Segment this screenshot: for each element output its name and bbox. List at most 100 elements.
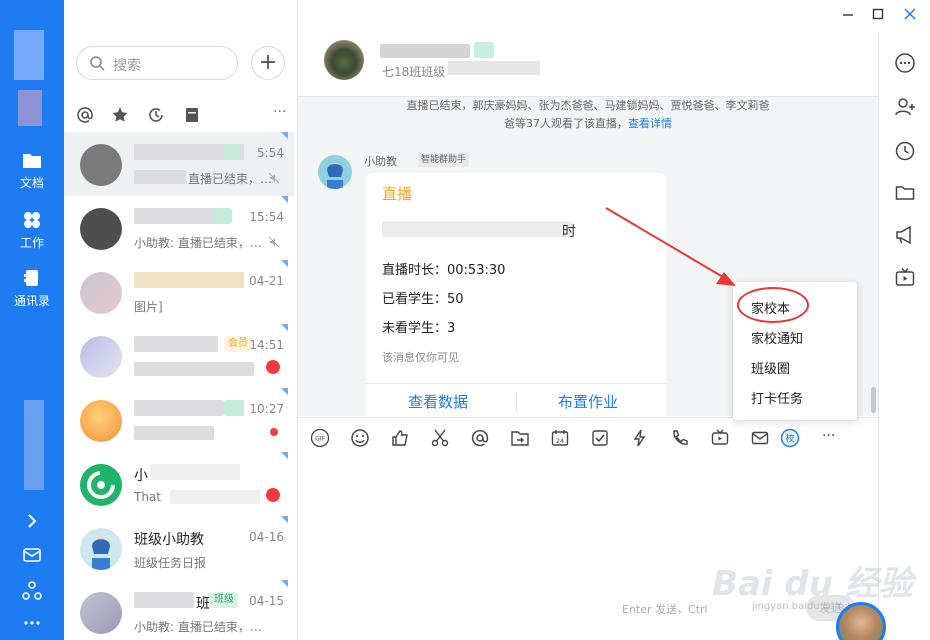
pin-corner [281,452,288,459]
expand-icon[interactable] [21,510,43,532]
checkbox-icon[interactable] [590,428,610,448]
search-placeholder: 搜索 [113,58,141,74]
calendar-icon[interactable]: 24 [550,428,570,448]
add-button[interactable]: + [251,46,285,80]
message-input[interactable]: Enter 发送，Ctrl 发送 [298,457,878,640]
assign-homework-button[interactable]: 布置作业 [558,391,618,412]
rail-item-work[interactable]: 工作 [0,210,64,251]
contacts-icon [24,270,38,286]
conv-name: 班 [196,596,210,612]
conv-message: 小助教: 直播已结束，… [134,236,262,250]
announcement-icon[interactable] [894,224,916,246]
mention-icon[interactable] [470,428,490,448]
avatar[interactable] [14,30,44,80]
name-blur [150,464,240,480]
svg-text:24: 24 [556,437,564,445]
view-details-link[interactable]: 查看详情 [628,117,672,130]
list-item[interactable]: 5:54 直播已结束，… [64,132,294,196]
close-icon[interactable] [902,6,918,22]
at-icon[interactable] [76,106,94,124]
more-options-icon[interactable] [894,52,916,74]
emoji-icon[interactable] [350,428,370,448]
message-blur [134,426,214,440]
live-tv-icon[interactable] [894,266,916,288]
live-card[interactable]: 直播 时 直播时长：00:53:30 已看学生：50 未看学生：3 该消息仅你可… [366,173,666,423]
input-toolbar: GIF 24 校 ··· [298,417,878,457]
pin-corner [281,260,288,267]
maximize-icon[interactable] [870,6,886,22]
menu-item-notice[interactable]: 家校通知 [751,328,803,347]
unread-dot [270,428,278,436]
watermark: Bai du 经验 jingyan.baidu.com [712,556,913,612]
unread-badge [266,360,280,374]
pin-corner [281,324,288,331]
group-name-blur [380,44,470,58]
list-item[interactable]: 小 That [64,452,294,516]
add-member-icon[interactable] [894,96,916,118]
more-icon[interactable] [21,612,43,634]
folder-send-icon[interactable] [510,428,530,448]
conv-time: 10:27 [249,402,284,416]
rail-blur [24,400,44,490]
menu-item-homework[interactable]: 家校本 [751,298,790,317]
list-item[interactable]: 04-21 图片] [64,260,294,324]
avatar [80,336,122,378]
network-icon[interactable] [21,580,43,602]
list-item[interactable]: 班级小助教 04-16 班级任务日报 [64,516,294,580]
star-icon[interactable] [111,106,129,124]
conv-message: That [134,490,161,504]
minimize-icon[interactable] [840,6,856,22]
mail-icon[interactable] [750,428,770,448]
assistant-avatar[interactable] [318,155,352,189]
gif-icon[interactable]: GIF [310,428,330,448]
conv-message: 图片] [134,300,163,314]
menu-item-checkin[interactable]: 打卡任务 [751,388,803,407]
list-item[interactable]: 会员 14:51 [64,324,294,388]
group-avatar[interactable] [324,40,364,80]
search-input[interactable]: 搜索 [76,46,238,80]
rail-item-contacts[interactable]: 通讯录 [0,268,64,309]
sender-name: 小助教 [364,155,397,168]
filter-bar: ··· [64,104,297,128]
assistant-avatar-icon [92,538,110,570]
history-icon[interactable] [147,106,165,124]
left-rail: 文档 工作 通讯录 [0,0,64,640]
lightning-icon[interactable] [630,428,650,448]
list-item[interactable]: 10:27 [64,388,294,452]
pin-corner [281,580,288,587]
school-icon[interactable]: 校 [780,428,800,448]
chat-scrollbar[interactable] [871,387,876,413]
live-tv-icon[interactable] [710,428,730,448]
card-title-end: 时 [562,224,576,240]
conv-name: 小 [134,468,148,484]
phone-icon[interactable] [670,428,690,448]
name-blur [134,336,218,352]
card-watched: 已看学生：50 [382,292,464,307]
mute-icon [268,236,280,248]
archive-icon[interactable] [183,106,201,124]
list-item[interactable]: 15:54 小助教: 直播已结束，… [64,196,294,260]
conv-time: 5:54 [257,146,284,160]
rail-item-docs[interactable]: 文档 [0,150,64,191]
list-item[interactable]: 班 班级 04-15 小助教: 直播已结束，… [64,580,294,640]
scissors-icon[interactable] [430,428,450,448]
folder-icon[interactable] [894,182,916,204]
more-icon[interactable]: ··· [822,428,835,444]
mail-icon[interactable] [21,544,43,566]
conv-time: 15:54 [249,210,284,224]
group-subtitle: 七18班班级 [382,65,446,79]
thumbs-up-icon[interactable] [390,428,410,448]
system-line-2: 爸等37人观看了该直播， [504,117,628,130]
more-icon[interactable]: ··· [273,104,286,120]
view-data-button[interactable]: 查看数据 [408,391,468,412]
name-blur [134,208,224,224]
assistant-avatar-icon [327,163,343,189]
menu-item-class-circle[interactable]: 班级圈 [751,358,790,377]
card-divider [366,383,666,384]
message-blur [134,170,186,184]
card-title: 直播 [382,185,413,203]
mute-icon [268,172,280,184]
history-icon[interactable] [894,140,916,162]
conv-time: 04-21 [249,274,284,288]
conversation-list: 搜索 + ··· 5:54 直播已结束，… 15:54 小助教: 直播已结束，…… [64,0,298,640]
